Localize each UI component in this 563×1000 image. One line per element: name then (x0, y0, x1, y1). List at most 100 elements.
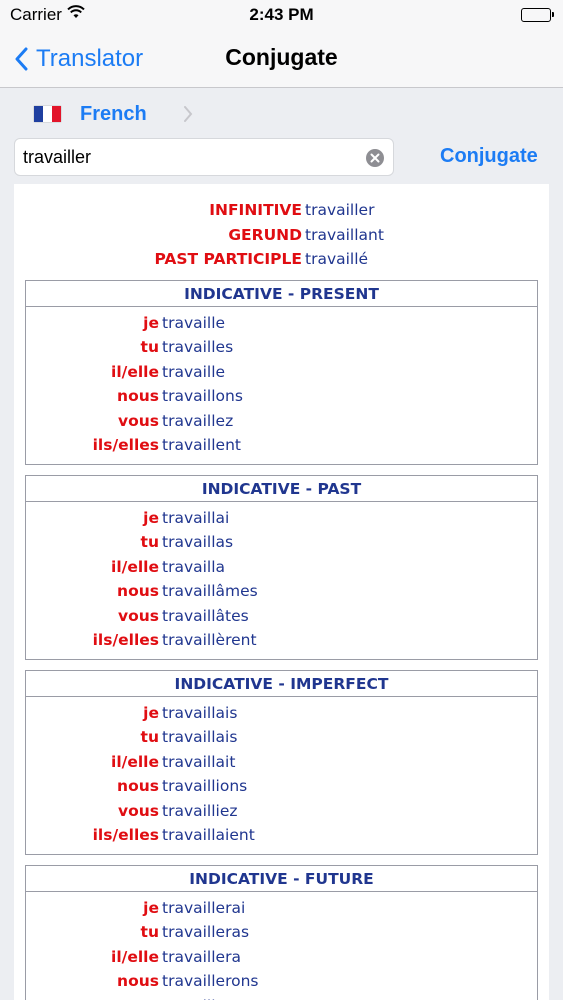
pronoun: il/elle (111, 752, 159, 771)
battery-icon (521, 8, 554, 22)
pronoun: ils/elles (92, 826, 159, 845)
conjugation-row: il/elle travailla (26, 555, 537, 580)
conjugated-verb: travaillent (162, 436, 241, 455)
conjugation-row: voustravaillerez (26, 994, 537, 1000)
pronoun: je (143, 508, 159, 527)
clear-icon[interactable] (365, 148, 385, 168)
pronoun: il/elle (111, 947, 159, 966)
form-value: travaillant (305, 225, 384, 244)
conjugation-row: je travaillais (26, 701, 537, 726)
conjugation-row: nous travaillions (26, 774, 537, 799)
form-value: travaillé (305, 250, 369, 269)
form-label: GERUND (228, 225, 302, 244)
conjugation-row: il/elle travaillera (26, 945, 537, 970)
pronoun: tu (140, 533, 159, 552)
tense-table: INDICATIVE - PRESENT je travaille tu travail… (25, 279, 538, 465)
conjugated-verb: travaillèrent (162, 631, 257, 650)
pronoun: je (143, 313, 159, 332)
french-flag-icon (34, 106, 61, 122)
chevron-right-icon (184, 106, 193, 122)
conjugated-verb: travaillais (162, 703, 238, 722)
verb-input[interactable] (23, 143, 353, 171)
conjugation-row: tu travaillais (26, 725, 537, 750)
conjugation-row: tu travailleras (26, 920, 537, 945)
conjugation-row: vous travailliez (26, 799, 537, 824)
pronoun: tu (140, 728, 159, 747)
pronoun: nous (117, 972, 159, 991)
pronoun: je (143, 898, 159, 917)
pronoun: nous (117, 387, 159, 406)
pronoun: ils/elles (92, 436, 159, 455)
conjugated-verb: travaille (162, 313, 226, 332)
form-value: travailler (305, 201, 375, 220)
status-bar: Carrier 2:43 PM (0, 0, 563, 30)
conjugated-verb: travaillons (162, 387, 243, 406)
conjugation-row: ils/elles travaillèrent (26, 628, 537, 653)
conjugated-verb: travaillera (162, 947, 241, 966)
conjugated-verb: travaillais (162, 728, 238, 747)
tense-table: INDICATIVE - PAST je travaillai tu travailla… (25, 474, 538, 660)
navigation-bar: Translator Conjugate (0, 30, 563, 88)
tense-table: INDICATIVE - IMPERFECT je travaillais tu tra… (25, 669, 538, 855)
conjugated-verb: travailla (162, 557, 226, 576)
form-row-past-participle: PAST PARTICIPLE travaillé (14, 247, 549, 272)
conjugation-row: je travaille (26, 311, 537, 336)
conjugated-verb: travaillai (162, 508, 230, 527)
conjugation-row: je travaillai (26, 506, 537, 531)
pronoun: nous (117, 777, 159, 796)
conjugation-row: je travaillerai (26, 896, 537, 921)
conjugation-row: vous travaillâtes (26, 604, 537, 629)
tense-title: INDICATIVE - FUTURE (26, 866, 537, 892)
tense-list: INDICATIVE - PRESENT je travaille tu travail… (14, 279, 549, 1000)
tense-table: INDICATIVE - FUTURE je travaillerai tu trava… (25, 864, 538, 1000)
conjugated-verb: travaillait (162, 752, 236, 771)
pronoun: vous (117, 801, 159, 820)
conjugation-row: nous travaillerons (26, 969, 537, 994)
page-title: Conjugate (225, 44, 338, 70)
clock: 2:43 PM (249, 5, 314, 24)
pronoun: vous (117, 411, 159, 430)
tense-title: INDICATIVE - PRESENT (26, 281, 537, 307)
conjugation-row: tu travailles (26, 335, 537, 360)
conjugated-verb: travailles (162, 338, 234, 357)
conjugate-button[interactable]: Conjugate (440, 145, 538, 168)
pronoun: nous (117, 582, 159, 601)
conjugated-verb: travaille (162, 362, 226, 381)
conjugated-verb: travaillas (162, 533, 234, 552)
language-label: French (80, 103, 147, 125)
conjugation-panel: INFINITIVE travailler GERUND travaillant… (14, 184, 549, 1000)
tense-title: INDICATIVE - PAST (26, 476, 537, 502)
conjugation-row: nous travaillâmes (26, 579, 537, 604)
pronoun: il/elle (111, 557, 159, 576)
conjugation-row: il/elle travaille (26, 360, 537, 385)
pronoun: ils/elles (92, 631, 159, 650)
form-label: INFINITIVE (209, 201, 302, 220)
tense-title: INDICATIVE - IMPERFECT (26, 671, 537, 697)
conjugation-row: nous travaillons (26, 384, 537, 409)
conjugated-verb: travaillions (162, 777, 248, 796)
form-label: PAST PARTICIPLE (154, 250, 302, 269)
conjugated-verb: travailliez (162, 801, 238, 820)
verb-search-field[interactable] (14, 138, 394, 176)
pronoun: tu (140, 923, 159, 942)
conjugation-row: tu travaillas (26, 530, 537, 555)
conjugated-verb: travaillerai (162, 898, 246, 917)
conjugation-row: ils/elles travaillaient (26, 823, 537, 848)
pronoun: je (143, 703, 159, 722)
conjugated-verb: travaillerons (162, 972, 259, 991)
pronoun: vous (117, 606, 159, 625)
verb-forms: INFINITIVE travailler GERUND travaillant… (14, 198, 549, 272)
form-row-gerund: GERUND travaillant (14, 223, 549, 248)
conjugated-verb: travaillâmes (162, 582, 258, 601)
conjugated-verb: travailleras (162, 923, 250, 942)
pronoun: tu (140, 338, 159, 357)
form-row-infinitive: INFINITIVE travailler (14, 198, 549, 223)
pronoun: il/elle (111, 362, 159, 381)
conjugated-verb: travaillâtes (162, 606, 249, 625)
conjugated-verb: travaillaient (162, 826, 255, 845)
language-selector[interactable]: French (0, 88, 563, 138)
conjugation-row: ils/elles travaillent (26, 433, 537, 458)
conjugation-row: vous travaillez (26, 409, 537, 434)
conjugated-verb: travaillez (162, 411, 234, 430)
conjugation-row: il/elle travaillait (26, 750, 537, 775)
